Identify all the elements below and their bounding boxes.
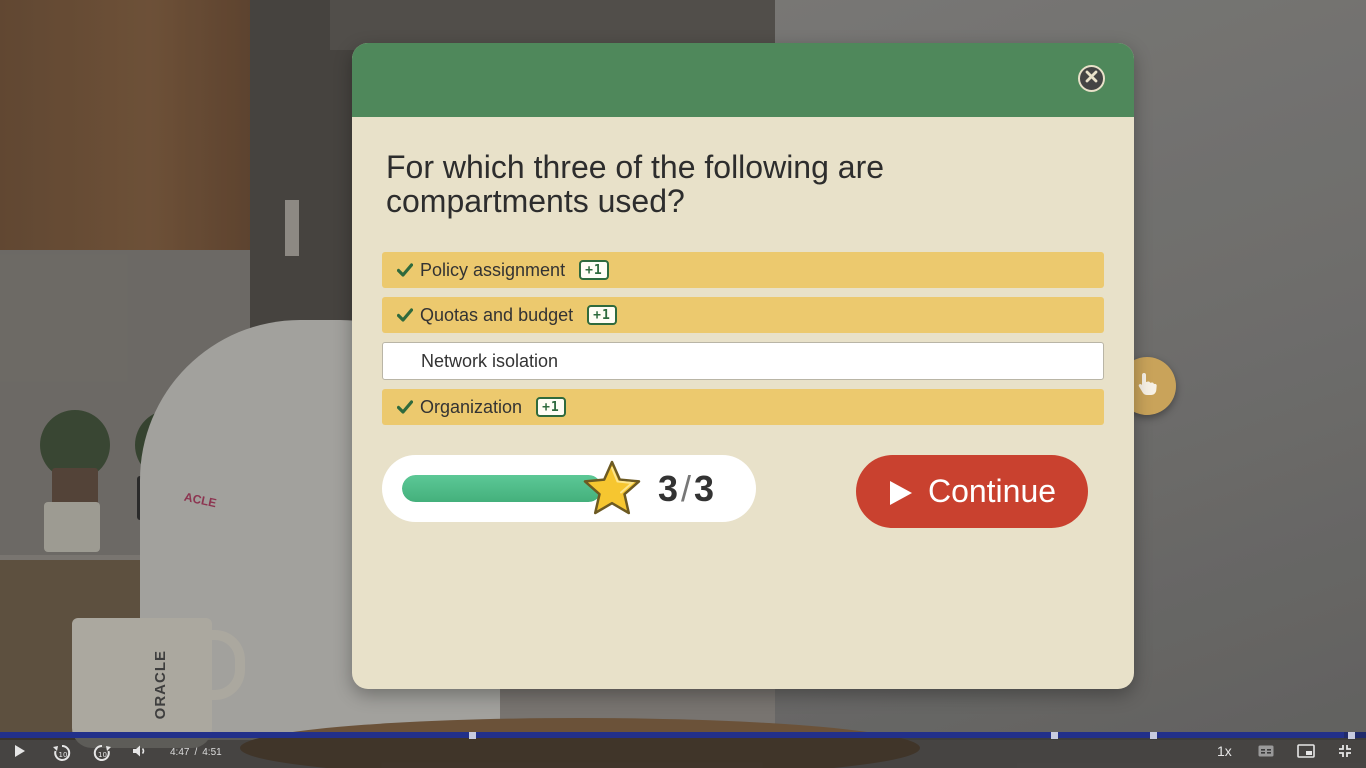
playback-speed-button[interactable]: 1x xyxy=(1217,743,1232,759)
picture-in-picture-button[interactable] xyxy=(1297,744,1315,763)
captions-icon xyxy=(1258,744,1274,762)
volume-icon xyxy=(132,744,148,763)
checkmark-icon xyxy=(396,398,414,416)
pointer-hand-icon xyxy=(1133,370,1161,403)
captions-button[interactable] xyxy=(1258,744,1274,762)
score-separator: / xyxy=(681,468,692,509)
answer-option[interactable]: Network isolation xyxy=(382,342,1104,380)
continue-button[interactable]: Continue xyxy=(856,455,1088,528)
points-badge: +1 xyxy=(587,305,617,325)
score-current: 3 xyxy=(658,468,679,509)
quiz-modal: For which three of the following are com… xyxy=(352,43,1134,689)
svg-text:10: 10 xyxy=(98,751,107,759)
chapter-marker[interactable] xyxy=(469,732,476,739)
picture-in-picture-icon xyxy=(1297,744,1315,763)
time-total: 4:51 xyxy=(202,747,222,758)
exit-fullscreen-button[interactable] xyxy=(1338,744,1352,763)
score-text: 3/3 xyxy=(658,468,714,510)
time-separator: / xyxy=(194,747,198,758)
svg-text:10: 10 xyxy=(59,751,68,759)
play-icon xyxy=(888,478,914,506)
play-icon xyxy=(14,744,26,763)
modal-header xyxy=(352,43,1134,117)
answer-label: Quotas and budget xyxy=(420,304,574,325)
question-text: For which three of the following are com… xyxy=(386,149,885,219)
star-icon xyxy=(581,459,643,519)
answer-option[interactable]: Quotas and budget +1 xyxy=(382,297,1104,333)
rewind-10-button[interactable]: 10 xyxy=(52,744,72,767)
chapter-marker[interactable] xyxy=(1150,732,1157,739)
answer-option[interactable]: Organization +1 xyxy=(382,389,1104,425)
answer-label: Organization xyxy=(420,396,523,417)
answer-option[interactable]: Policy assignment +1 xyxy=(382,252,1104,288)
answer-label: Policy assignment xyxy=(420,259,566,280)
checkmark-icon xyxy=(396,306,414,324)
points-badge: +1 xyxy=(536,397,566,417)
exit-fullscreen-icon xyxy=(1338,744,1352,763)
volume-button[interactable] xyxy=(132,744,148,763)
time-current: 4:47 xyxy=(170,747,190,758)
seek-progress xyxy=(0,732,1345,738)
play-button[interactable] xyxy=(14,744,26,763)
forward-10-button[interactable]: 10 xyxy=(92,744,112,767)
seek-bar[interactable] xyxy=(0,732,1366,739)
time-display: 4:47 / 4:51 xyxy=(170,747,222,758)
close-button[interactable] xyxy=(1078,65,1105,92)
chapter-marker[interactable] xyxy=(1051,732,1058,739)
score-total: 3 xyxy=(694,468,715,509)
checkmark-icon xyxy=(396,261,414,279)
score-progress-bar xyxy=(402,475,602,502)
seek-handle[interactable] xyxy=(1348,732,1355,739)
close-icon xyxy=(1085,70,1098,88)
continue-label: Continue xyxy=(927,473,1057,509)
answer-label: Network isolation xyxy=(421,350,559,371)
rewind-10-icon: 10 xyxy=(52,744,72,767)
score-progress-fill xyxy=(402,475,602,502)
forward-10-icon: 10 xyxy=(92,744,112,767)
score-panel: 3/3 xyxy=(382,455,756,522)
video-controls: 10 10 4:47 / 4:51 1x xyxy=(0,732,1366,768)
points-badge: +1 xyxy=(579,260,609,280)
